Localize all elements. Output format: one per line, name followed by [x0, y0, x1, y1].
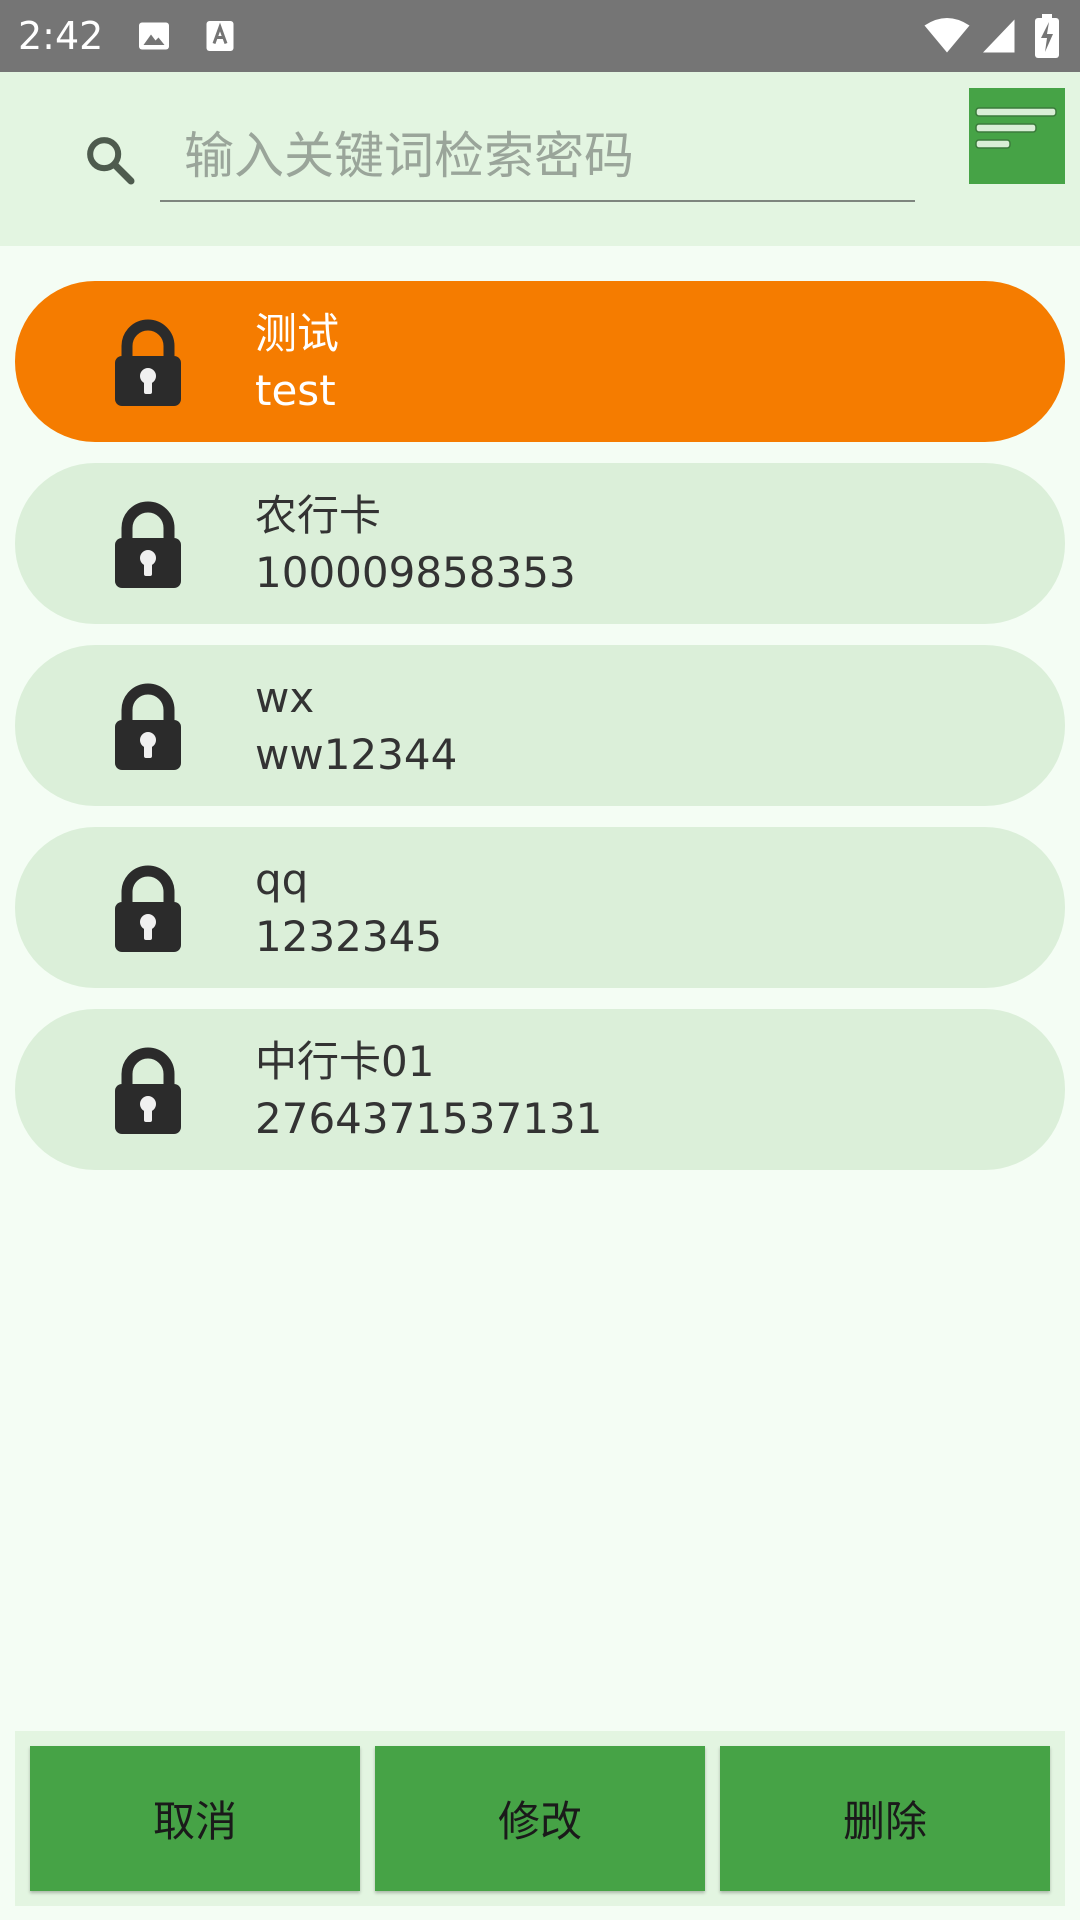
entry-value: 2764371537131 — [255, 1094, 603, 1143]
entry-title: 农行卡 — [255, 491, 382, 540]
lock-icon — [113, 498, 183, 590]
status-bar: 2:42 — [0, 0, 1080, 72]
entry-value: 100009858353 — [255, 548, 576, 597]
password-entry[interactable]: 测试 test — [15, 281, 1065, 442]
password-entry[interactable]: qq 1232345 — [15, 827, 1065, 988]
lock-icon — [113, 1044, 183, 1136]
cellular-signal-icon — [980, 18, 1016, 54]
search-input[interactable] — [160, 112, 915, 202]
search-header — [0, 72, 1080, 246]
entry-value: test — [255, 366, 336, 415]
image-icon — [136, 18, 172, 54]
entry-title: 中行卡01 — [255, 1037, 435, 1086]
entry-title: qq — [255, 855, 309, 904]
password-entry[interactable]: 中行卡01 2764371537131 — [15, 1009, 1065, 1170]
cancel-button[interactable]: 取消 — [30, 1746, 360, 1891]
password-entry[interactable]: 农行卡 100009858353 — [15, 463, 1065, 624]
entry-title: wx — [255, 673, 315, 722]
entry-title: 测试 — [255, 309, 340, 358]
search-icon — [82, 132, 138, 188]
lock-icon — [113, 680, 183, 772]
battery-charging-icon — [1035, 14, 1059, 58]
status-time: 2:42 — [18, 14, 104, 58]
edit-button[interactable]: 修改 — [375, 1746, 705, 1891]
menu-button[interactable] — [969, 88, 1065, 184]
entry-value: ww12344 — [255, 730, 458, 779]
password-entry[interactable]: wx ww12344 — [15, 645, 1065, 806]
entry-value: 1232345 — [255, 912, 443, 961]
lock-icon — [113, 862, 183, 954]
password-list: 测试 test 农行卡 100009858353 wx ww12344 qq 1… — [15, 281, 1065, 1191]
delete-button[interactable]: 删除 — [720, 1746, 1050, 1891]
wifi-icon — [924, 18, 970, 54]
list-menu-icon — [975, 107, 1057, 149]
action-bar: 取消 修改 删除 — [15, 1731, 1065, 1906]
lock-icon — [113, 316, 183, 408]
text-notification-icon — [202, 18, 238, 54]
